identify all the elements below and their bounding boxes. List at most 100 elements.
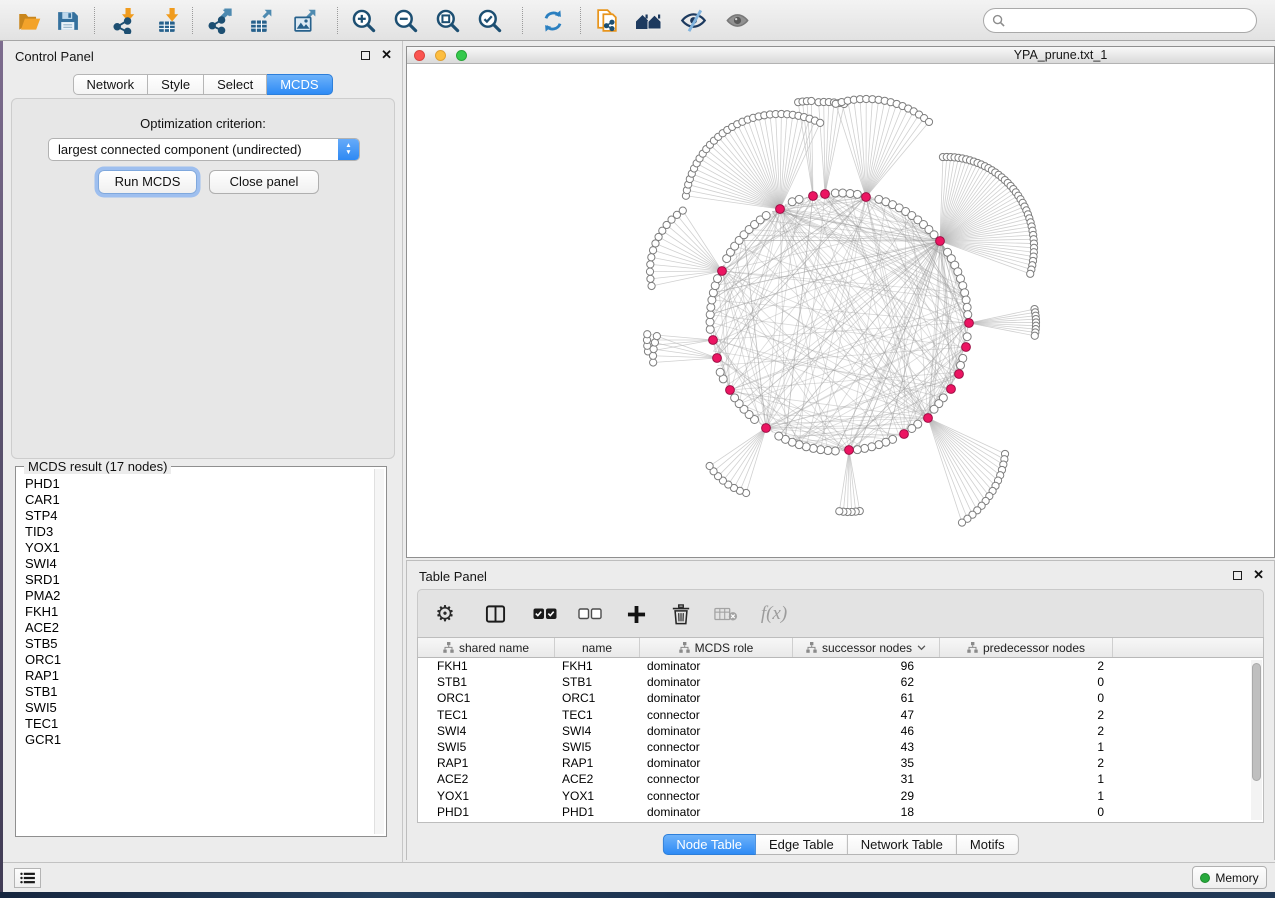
mcds-result-item[interactable]: SRD1 xyxy=(18,572,373,588)
close-window-icon[interactable] xyxy=(414,50,425,61)
table-row[interactable]: FKH1FKH1dominator962 xyxy=(418,658,1263,674)
network-node[interactable] xyxy=(868,443,876,451)
export-network-button[interactable] xyxy=(202,4,236,37)
import-network-button[interactable] xyxy=(108,4,142,37)
network-node[interactable] xyxy=(1031,332,1038,339)
network-hub-node[interactable] xyxy=(924,414,933,423)
network-node[interactable] xyxy=(846,189,854,197)
function-builder-button[interactable]: f(x) xyxy=(754,599,794,629)
network-node[interactable] xyxy=(831,189,839,197)
mcds-result-item[interactable]: STB5 xyxy=(18,636,373,652)
mcds-result-item[interactable]: STP4 xyxy=(18,508,373,524)
network-node[interactable] xyxy=(961,289,969,297)
run-mcds-button[interactable]: Run MCDS xyxy=(98,170,197,194)
close-panel-icon[interactable]: ✕ xyxy=(1253,570,1264,580)
column-header-mcds-role[interactable]: MCDS role xyxy=(640,638,793,657)
network-node[interactable] xyxy=(653,333,660,340)
column-header-predecessor-nodes[interactable]: predecessor nodes xyxy=(940,638,1113,657)
mcds-result-item[interactable]: STB1 xyxy=(18,684,373,700)
network-node[interactable] xyxy=(708,296,716,304)
zoom-out-button[interactable] xyxy=(388,4,422,37)
network-node[interactable] xyxy=(644,331,651,338)
network-node[interactable] xyxy=(650,359,657,366)
network-node[interactable] xyxy=(930,405,938,413)
network-node[interactable] xyxy=(706,325,714,333)
network-node[interactable] xyxy=(646,268,653,275)
toggle-panel-button[interactable] xyxy=(480,599,510,629)
network-node[interactable] xyxy=(731,394,739,402)
network-hub-node[interactable] xyxy=(862,193,871,202)
table-row[interactable]: SWI4SWI4dominator462 xyxy=(418,723,1263,739)
add-column-button[interactable] xyxy=(621,599,651,629)
search-field[interactable] xyxy=(983,8,1257,33)
table-row[interactable]: RAP1RAP1dominator352 xyxy=(418,755,1263,771)
mcds-result-item[interactable]: GCR1 xyxy=(18,732,373,748)
zoom-fit-button[interactable] xyxy=(430,4,464,37)
dropdown-stepper-icon[interactable]: ▲▼ xyxy=(338,139,359,160)
mcds-list-scrollbar[interactable] xyxy=(374,469,384,834)
network-node[interactable] xyxy=(963,333,971,341)
mcds-result-item[interactable]: CAR1 xyxy=(18,492,373,508)
network-hub-node[interactable] xyxy=(947,385,956,394)
network-node[interactable] xyxy=(679,207,686,214)
show-all-button[interactable] xyxy=(720,4,754,37)
table-row[interactable]: SWI5SWI5connector431 xyxy=(418,739,1263,755)
table-row[interactable]: STB1STB1dominator620 xyxy=(418,674,1263,690)
network-node[interactable] xyxy=(839,189,847,197)
task-history-button[interactable] xyxy=(14,868,41,888)
open-session-button[interactable] xyxy=(12,4,46,37)
clone-network-button[interactable] xyxy=(590,4,624,37)
network-hub-node[interactable] xyxy=(936,237,945,246)
network-node[interactable] xyxy=(809,444,817,452)
network-hub-node[interactable] xyxy=(900,430,909,439)
network-node[interactable] xyxy=(647,261,654,268)
network-node[interactable] xyxy=(795,195,803,203)
network-hub-node[interactable] xyxy=(965,319,974,328)
select-all-button[interactable] xyxy=(530,599,560,629)
network-node[interactable] xyxy=(817,446,825,454)
network-node[interactable] xyxy=(817,119,824,126)
network-window-titlebar[interactable]: YPA_prune.txt_1 xyxy=(407,47,1274,64)
network-node[interactable] xyxy=(647,275,654,282)
mcds-result-item[interactable]: SWI4 xyxy=(18,556,373,572)
network-node[interactable] xyxy=(648,282,655,289)
network-node[interactable] xyxy=(649,247,656,254)
mcds-result-item[interactable]: PHD1 xyxy=(18,476,373,492)
network-node[interactable] xyxy=(649,352,656,359)
tab-motifs[interactable]: Motifs xyxy=(957,834,1019,855)
mcds-result-item[interactable]: SWI5 xyxy=(18,700,373,716)
close-panel-icon[interactable]: ✕ xyxy=(381,50,392,60)
table-row[interactable]: TEC1TEC1connector472 xyxy=(418,707,1263,723)
mcds-result-item[interactable]: TID3 xyxy=(18,524,373,540)
network-node[interactable] xyxy=(853,446,861,454)
network-hub-node[interactable] xyxy=(718,267,727,276)
tab-mcds[interactable]: MCDS xyxy=(267,74,332,95)
mcds-result-item[interactable]: FKH1 xyxy=(18,604,373,620)
network-node[interactable] xyxy=(908,424,916,432)
delete-column-button[interactable] xyxy=(666,599,696,629)
network-hub-node[interactable] xyxy=(726,386,735,395)
network-node[interactable] xyxy=(956,361,964,369)
network-hub-node[interactable] xyxy=(962,343,971,352)
network-node[interactable] xyxy=(762,212,770,220)
table-row[interactable]: PHD1PHD1dominator180 xyxy=(418,804,1263,820)
tab-edge-table[interactable]: Edge Table xyxy=(756,834,848,855)
network-node[interactable] xyxy=(706,462,713,469)
network-node[interactable] xyxy=(775,432,783,440)
network-hub-node[interactable] xyxy=(821,190,830,199)
network-hub-node[interactable] xyxy=(955,370,964,379)
network-hub-node[interactable] xyxy=(776,205,785,214)
network-node[interactable] xyxy=(707,303,715,311)
network-hub-node[interactable] xyxy=(709,336,718,345)
zoom-in-button[interactable] xyxy=(346,4,380,37)
table-row[interactable]: ORC1ORC1dominator610 xyxy=(418,690,1263,706)
tab-network-table[interactable]: Network Table xyxy=(848,834,957,855)
column-header-shared-name[interactable]: shared name xyxy=(418,638,555,657)
table-row[interactable]: YOX1YOX1connector291 xyxy=(418,788,1263,804)
minimize-window-icon[interactable] xyxy=(435,50,446,61)
network-node[interactable] xyxy=(861,444,869,452)
network-node[interactable] xyxy=(964,311,972,319)
table-scrollbar-thumb[interactable] xyxy=(1252,663,1261,781)
memory-button[interactable]: Memory xyxy=(1192,866,1267,889)
table-settings-button[interactable]: ⚙ xyxy=(430,599,460,629)
